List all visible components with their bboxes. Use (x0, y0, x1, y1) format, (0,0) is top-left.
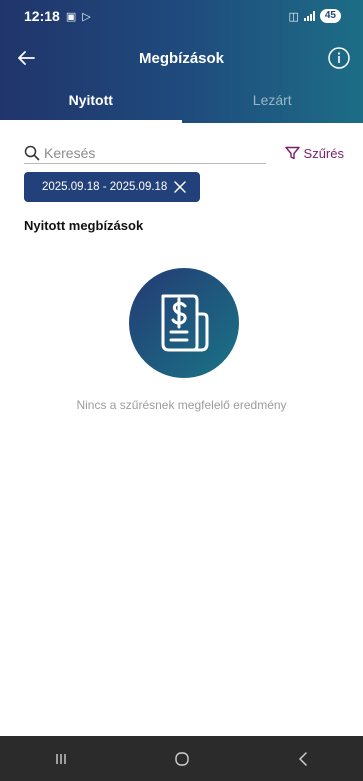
section-title: Nyitott megbízások (24, 218, 144, 233)
empty-state-message: Nincs a szűrésnek megfelelő eredmény (76, 398, 287, 412)
battery-indicator: 45 (319, 9, 341, 23)
nav-back-button[interactable] (283, 744, 323, 774)
status-left: 12:18 ▣ ▷ (24, 8, 91, 24)
date-filter-chip[interactable]: 2025.09.18 - 2025.09.18 (24, 172, 200, 202)
status-right: ◫ 45 (288, 9, 341, 23)
play-notification-icon: ▷ (82, 10, 91, 23)
app-header: 12:18 ▣ ▷ ◫ 45 Megbízások Nyitott Lezárt (0, 0, 363, 123)
invoice-icon (129, 268, 239, 378)
back-button[interactable] (14, 46, 38, 70)
search-field[interactable] (24, 142, 266, 164)
nav-home-button[interactable] (162, 744, 202, 774)
close-icon[interactable] (173, 180, 187, 194)
title-row: Megbízások (0, 40, 363, 76)
search-row: Szűrés (24, 142, 344, 164)
tab-label: Nyitott (68, 92, 113, 108)
tab-lezart[interactable]: Lezárt (182, 84, 363, 123)
info-button[interactable] (327, 46, 351, 70)
status-bar: 12:18 ▣ ▷ ◫ 45 (0, 0, 363, 32)
nav-recent-button[interactable] (41, 744, 81, 774)
screenshot-notification-icon: ▣ (65, 10, 77, 23)
filter-label: Szűrés (303, 145, 344, 161)
signal-icon (303, 11, 315, 21)
tab-active-indicator (0, 120, 182, 123)
info-icon (328, 47, 350, 69)
system-nav-bar (0, 736, 363, 781)
volte-icon: ◫ (288, 10, 299, 23)
funnel-icon (284, 146, 300, 160)
tab-bar: Nyitott Lezárt (0, 84, 363, 123)
status-time: 12:18 (24, 8, 60, 24)
chip-label: 2025.09.18 - 2025.09.18 (42, 181, 168, 193)
arrow-left-icon (18, 51, 35, 65)
filter-button[interactable]: Szűrés (284, 145, 344, 161)
home-icon (174, 751, 189, 766)
tab-nyitott[interactable]: Nyitott (0, 84, 182, 123)
tab-label: Lezárt (252, 92, 292, 108)
search-input[interactable] (44, 144, 244, 161)
search-icon (24, 145, 40, 160)
back-icon (298, 751, 307, 766)
recent-apps-icon (55, 753, 66, 764)
page-title: Megbízások (138, 49, 225, 67)
